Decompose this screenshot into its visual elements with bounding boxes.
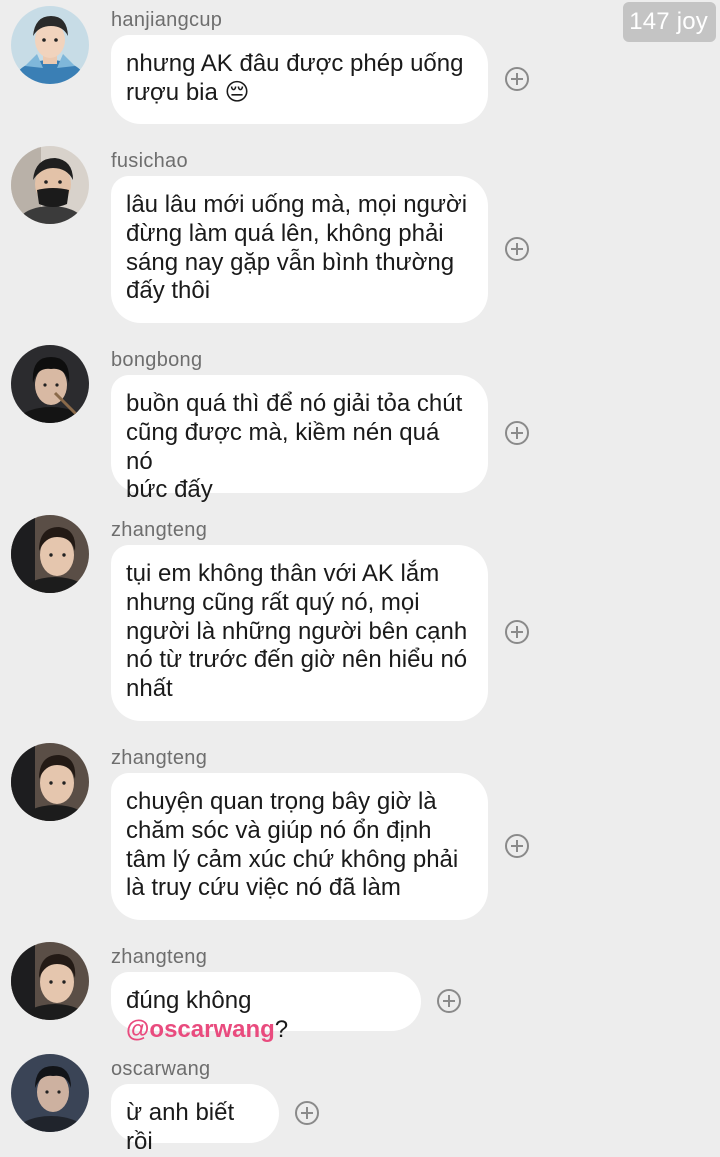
- avatar-zhangteng-icon[interactable]: [11, 942, 89, 1020]
- message-bubble[interactable]: ừ anh biết rồi: [111, 1084, 279, 1155]
- avatar-bongbong-icon[interactable]: [11, 345, 89, 423]
- message-text: đúng không: [126, 987, 252, 1014]
- message-bubble[interactable]: chuyện quan trọng bây giờ là chăm sóc và…: [111, 773, 488, 920]
- watermark-badge: 147 joy: [623, 2, 716, 42]
- message-bubble[interactable]: lâu lâu mới uống mà, mọi người đừng làm …: [111, 176, 488, 323]
- username[interactable]: bongbong: [111, 349, 202, 372]
- avatar-hanjiangcup-icon[interactable]: [11, 6, 89, 84]
- plus-circle-icon[interactable]: [505, 237, 529, 261]
- message-bubble[interactable]: buồn quá thì để nó giải tỏa chút cũng đư…: [111, 375, 488, 503]
- plus-circle-icon[interactable]: [505, 620, 529, 644]
- plus-circle-icon[interactable]: [437, 989, 461, 1013]
- username[interactable]: hanjiangcup: [111, 9, 222, 32]
- plus-circle-icon[interactable]: [505, 67, 529, 91]
- mention-link[interactable]: @oscarwang: [126, 1016, 275, 1043]
- username[interactable]: zhangteng: [111, 519, 207, 542]
- avatar-oscarwang-icon[interactable]: [11, 1054, 89, 1132]
- plus-circle-icon[interactable]: [295, 1101, 319, 1125]
- username[interactable]: fusichao: [111, 150, 188, 173]
- avatar-fusichao-icon[interactable]: [11, 146, 89, 224]
- username[interactable]: oscarwang: [111, 1058, 210, 1081]
- username[interactable]: zhangteng: [111, 747, 207, 770]
- message-bubble[interactable]: nhưng AK đâu được phép uống rượu bia 😔: [111, 35, 488, 124]
- message-bubble[interactable]: đúng không @oscarwang?: [111, 972, 421, 1043]
- message-text: ?: [274, 1015, 289, 1043]
- avatar-zhangteng-icon[interactable]: [11, 515, 89, 593]
- plus-circle-icon[interactable]: [505, 834, 529, 858]
- avatar-zhangteng-icon[interactable]: [11, 743, 89, 821]
- message-bubble[interactable]: tụi em không thân với AK lắm nhưng cũng …: [111, 545, 488, 721]
- username[interactable]: zhangteng: [111, 946, 207, 969]
- plus-circle-icon[interactable]: [505, 421, 529, 445]
